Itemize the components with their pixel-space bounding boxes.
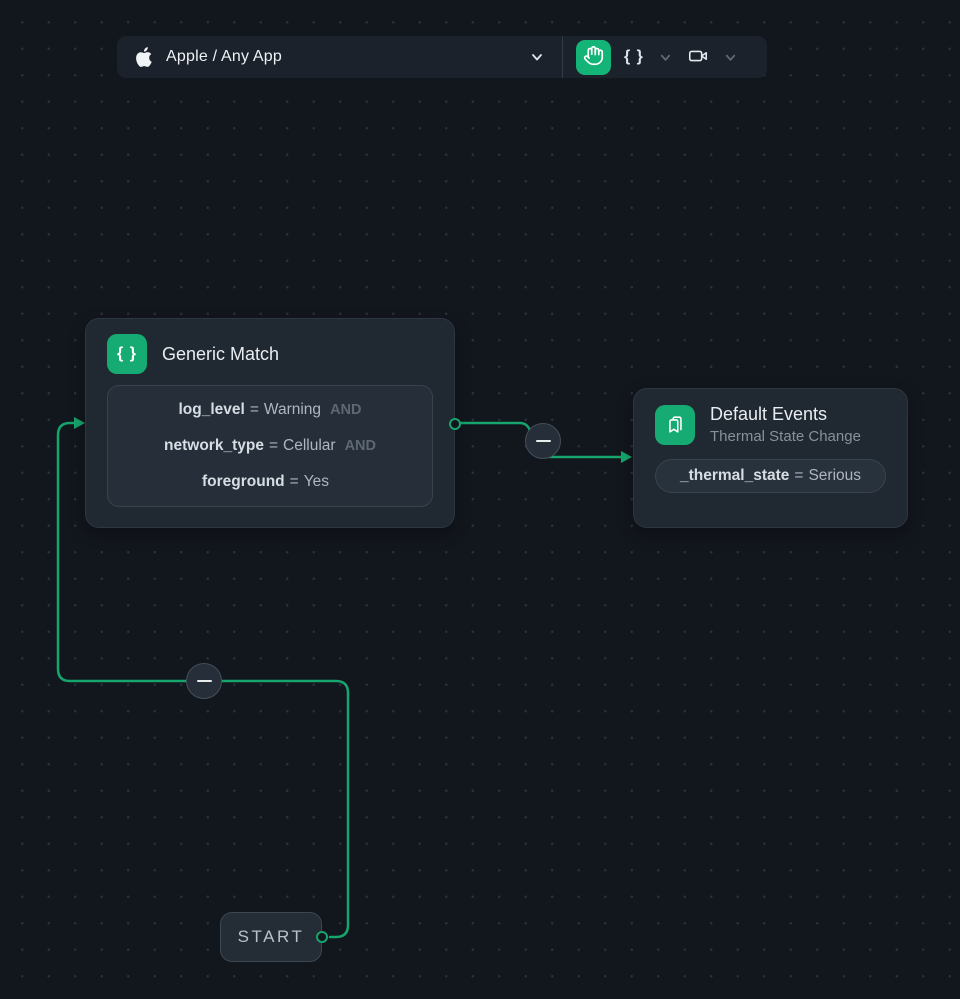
app-selector-dropdown[interactable]: Apple / Any App bbox=[117, 36, 562, 78]
braces-icon: { } bbox=[624, 48, 644, 66]
condition-conjunction: AND bbox=[345, 438, 376, 454]
hand-icon bbox=[583, 45, 604, 69]
condition-value: Yes bbox=[304, 473, 329, 490]
node-header: Default Events Thermal State Change bbox=[634, 389, 907, 455]
condition-key: log_level bbox=[179, 401, 245, 418]
condition-operator: = bbox=[290, 473, 299, 490]
condition-value: Serious bbox=[808, 467, 861, 485]
toolbar-tools: { } bbox=[563, 40, 752, 75]
output-handle[interactable] bbox=[449, 418, 461, 430]
start-label: START bbox=[238, 927, 305, 947]
edge-arrowhead bbox=[621, 451, 632, 463]
condition-value: Warning bbox=[264, 401, 321, 418]
edge-arrowhead bbox=[74, 417, 85, 429]
edge-remove-button[interactable] bbox=[186, 663, 222, 699]
condition-row: log_level = Warning AND bbox=[108, 401, 432, 419]
minus-icon bbox=[197, 680, 212, 683]
chevron-down-icon[interactable] bbox=[657, 49, 674, 66]
chevron-down-icon bbox=[528, 48, 546, 66]
node-start[interactable]: START bbox=[220, 912, 322, 962]
video-camera-icon bbox=[687, 45, 709, 70]
node-subtitle: Thermal State Change bbox=[710, 428, 861, 445]
node-generic-match[interactable]: { } Generic Match log_level = Warning AND n… bbox=[85, 318, 455, 528]
condition-conjunction: AND bbox=[330, 402, 361, 418]
condition-key: foreground bbox=[202, 473, 285, 490]
chevron-down-icon[interactable] bbox=[722, 49, 739, 66]
node-default-events[interactable]: Default Events Thermal State Change _the… bbox=[633, 388, 908, 528]
condition-value: Cellular bbox=[283, 437, 336, 454]
app-selector-label: Apple / Any App bbox=[166, 48, 282, 66]
top-toolbar: Apple / Any App { } bbox=[117, 36, 767, 78]
condition-key: _thermal_state bbox=[680, 467, 789, 485]
camera-tool-button[interactable] bbox=[685, 43, 711, 72]
minus-icon bbox=[536, 440, 551, 443]
condition-row: foreground = Yes bbox=[108, 473, 432, 491]
node-title: Default Events bbox=[710, 404, 861, 425]
braces-node-icon: { } bbox=[107, 334, 147, 374]
condition-operator: = bbox=[269, 437, 278, 454]
condition-operator: = bbox=[794, 467, 803, 485]
pan-tool-button[interactable] bbox=[576, 40, 611, 75]
bookmarks-node-icon bbox=[655, 405, 695, 445]
node-title: Generic Match bbox=[162, 344, 279, 365]
edge-remove-button[interactable] bbox=[525, 423, 561, 459]
condition-row: network_type = Cellular AND bbox=[108, 437, 432, 455]
apple-logo-icon bbox=[133, 46, 153, 68]
node-header: { } Generic Match bbox=[86, 319, 454, 384]
condition-key: network_type bbox=[164, 437, 264, 454]
conditions-box[interactable]: log_level = Warning AND network_type = Cellul… bbox=[107, 385, 433, 507]
condition-operator: = bbox=[250, 401, 259, 418]
output-handle[interactable] bbox=[316, 931, 328, 943]
braces-tool-button[interactable]: { } bbox=[622, 46, 646, 68]
node-titles: Default Events Thermal State Change bbox=[710, 404, 861, 445]
condition-pill[interactable]: _thermal_state = Serious bbox=[655, 459, 886, 493]
